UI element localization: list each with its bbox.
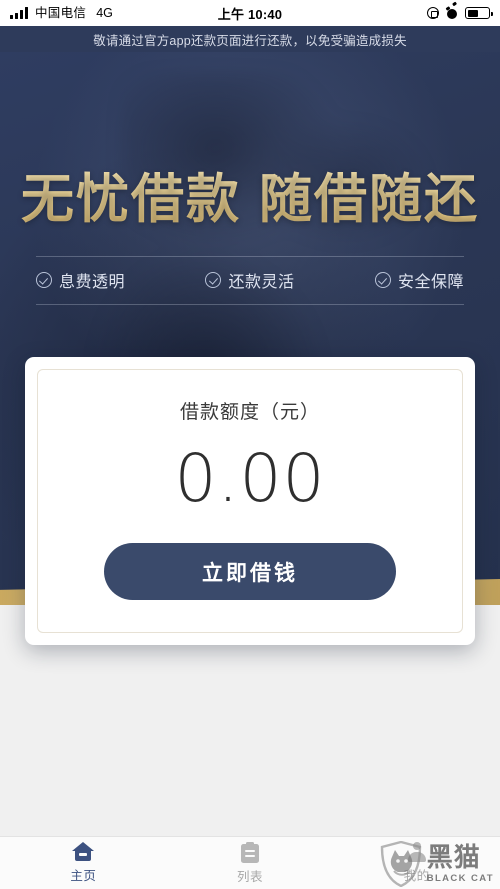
hero-headline-left: 无忧借款 xyxy=(21,169,241,230)
hero-headline-right: 随借随还 xyxy=(259,169,479,230)
check-circle-icon xyxy=(205,272,222,288)
check-circle-icon xyxy=(374,272,391,288)
hero-headline: 无忧借款 随借随还 xyxy=(0,157,500,233)
phone-screen: 中国电信 4G 上午 10:40 敬请通过官方app还款页面进行还款，以免受骗造… xyxy=(0,0,500,889)
hero-feature-list: 息费透明 还款灵活 安全保障 xyxy=(36,264,464,296)
loan-amount-card-inner: 借款额度（元） 0.00 立即借钱 xyxy=(37,369,463,633)
tab-list-label: 列表 xyxy=(237,869,264,884)
rotation-lock-icon xyxy=(427,7,439,19)
repayment-notice-banner: 敬请通过官方app还款页面进行还款，以免受骗造成损失 xyxy=(0,26,500,52)
tab-profile-label: 我的 xyxy=(403,869,430,883)
borrow-now-button[interactable]: 立即借钱 xyxy=(104,543,396,600)
tab-home-label: 主页 xyxy=(70,869,97,883)
feature-label: 还款灵活 xyxy=(228,274,295,291)
tab-home[interactable]: 主页 xyxy=(0,837,167,889)
feature-label: 安全保障 xyxy=(397,274,464,291)
user-profile-icon xyxy=(407,842,426,862)
loan-amount-card: 借款额度（元） 0.00 立即借钱 xyxy=(25,357,475,645)
alarm-clock-icon xyxy=(446,7,458,19)
loan-amount-value: 0.00 xyxy=(174,440,326,517)
status-bar: 中国电信 4G 上午 10:40 xyxy=(0,0,500,26)
status-bar-left: 中国电信 4G xyxy=(10,7,113,20)
hero-divider-bottom xyxy=(36,304,464,305)
tab-list[interactable]: 列表 xyxy=(167,837,334,889)
battery-icon xyxy=(465,7,493,19)
feature-item-security-guarantee: 安全保障 xyxy=(374,268,464,292)
loan-amount-title: 借款额度（元） xyxy=(179,402,320,423)
clipboard-list-icon xyxy=(241,841,259,863)
feature-item-transparent-fees: 息费透明 xyxy=(36,268,125,292)
check-circle-icon xyxy=(36,272,52,288)
status-bar-right xyxy=(427,7,493,19)
signal-bars-icon xyxy=(10,7,28,20)
bottom-tab-bar: 主页 列表 我的 xyxy=(0,836,500,889)
tab-profile[interactable]: 我的 xyxy=(333,837,500,889)
home-icon xyxy=(72,842,95,862)
network-type-label: 4G xyxy=(96,5,113,20)
feature-item-flexible-repayment: 还款灵活 xyxy=(205,268,294,292)
repayment-notice-text: 敬请通过官方app还款页面进行还款，以免受骗造成损失 xyxy=(93,33,407,48)
carrier-label: 中国电信 xyxy=(35,5,87,20)
feature-label: 息费透明 xyxy=(59,274,126,291)
hero-divider-top xyxy=(36,256,464,257)
